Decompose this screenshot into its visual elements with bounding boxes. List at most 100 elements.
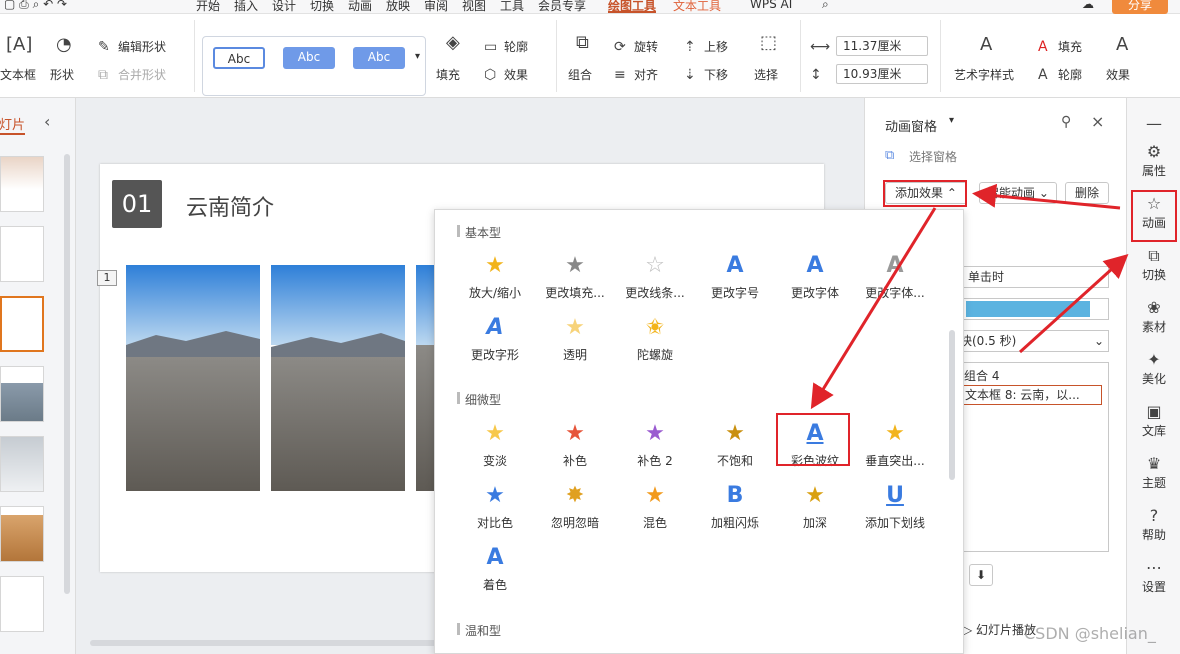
effect-vertical-highlight[interactable]: ★ 垂直突出... — [855, 420, 935, 469]
menu-item-review[interactable]: 审阅 — [424, 0, 448, 14]
sidebar-collapse[interactable]: — — [1127, 114, 1180, 134]
width-field[interactable]: 11.37厘米 — [836, 36, 928, 56]
menu-item-animation[interactable]: 动画 — [348, 0, 372, 14]
effect-label: 不饱和 — [716, 454, 753, 468]
effect-change-font-style[interactable]: A 更改字形 — [455, 314, 535, 363]
trigger-select[interactable]: 单击时 — [963, 266, 1109, 288]
slide-thumbnail-3[interactable] — [0, 296, 44, 352]
effect-change-fill[interactable]: ★ 更改填充... — [535, 252, 615, 301]
toolbar-icons[interactable]: ▢ ⎙ ⌕ ↶ ↷ — [4, 0, 67, 12]
effect-button[interactable]: 效果 — [504, 66, 528, 83]
shape-button[interactable]: 形状 — [50, 66, 74, 83]
effect-change-font[interactable]: A 更改字体 — [775, 252, 855, 301]
shape-style-fill[interactable]: Abc — [283, 47, 335, 69]
align-button[interactable]: 对齐 — [634, 66, 658, 83]
sidebar-item-settings[interactable]: ⋯ 设置 — [1127, 558, 1180, 595]
effect-underline[interactable]: U 添加下划线 — [855, 482, 935, 531]
tab-drawing-tools[interactable]: 绘图工具 — [608, 0, 657, 13]
move-up-button[interactable]: 上移 — [704, 38, 728, 55]
textbox-button[interactable]: 文本框 — [0, 66, 36, 83]
tab-text-tools[interactable]: 文本工具 — [673, 0, 721, 14]
smart-animation-button[interactable]: 智能动画 ⌄ — [979, 182, 1057, 204]
text-effect-button[interactable]: 效果 — [1106, 66, 1130, 83]
direction-select[interactable] — [963, 298, 1109, 320]
slide-number-box[interactable]: 01 — [112, 180, 162, 228]
letter-a-icon: A — [486, 545, 504, 570]
group-button[interactable]: 组合 — [568, 66, 592, 83]
slide-title[interactable]: 云南简介 — [186, 190, 274, 222]
sidebar-item-beautify[interactable]: ✦ 美化 — [1127, 350, 1180, 387]
effect-fade[interactable]: ★ 变淡 — [455, 420, 535, 469]
move-down-order-button[interactable]: ⬇ — [969, 564, 993, 586]
collapse-panel-icon[interactable]: ‹ — [44, 112, 50, 131]
outline-button[interactable]: 轮廓 — [504, 38, 528, 55]
effect-flicker[interactable]: ✸ 忽明忽暗 — [535, 482, 615, 531]
text-outline-button[interactable]: 轮廓 — [1058, 66, 1082, 83]
effect-brush-color[interactable]: A 着色 — [455, 544, 535, 593]
close-icon[interactable]: × — [1091, 112, 1104, 131]
effect-change-font-color[interactable]: A 更改字体... — [855, 252, 935, 301]
effect-grow-shrink[interactable]: ★ 放大/缩小 — [455, 252, 535, 301]
menu-item-slideshow[interactable]: 放映 — [386, 0, 410, 14]
pane-menu-icon[interactable]: ▾ — [949, 115, 954, 126]
select-pane-link[interactable]: 选择窗格 — [909, 148, 957, 165]
shape-style-outline[interactable]: Abc — [213, 47, 265, 69]
effect-contrasting-color[interactable]: ★ 对比色 — [455, 482, 535, 531]
slide-thumbnail-6[interactable] — [0, 506, 44, 562]
search-icon[interactable]: ⌕ — [822, 0, 829, 12]
slide-thumbnail-2[interactable] — [0, 226, 44, 282]
slide-thumbnail-7[interactable] — [0, 576, 44, 632]
rotate-button[interactable]: 旋转 — [634, 38, 658, 55]
height-field[interactable]: 10.93厘米 — [836, 64, 928, 84]
wps-ai-button[interactable]: WPS AI — [750, 0, 792, 11]
effect-spin[interactable]: ✬ 陀螺旋 — [615, 314, 695, 363]
slide-thumbnail-4[interactable] — [0, 366, 44, 422]
slide-thumbnail-1[interactable] — [0, 156, 44, 212]
sidebar-item-transition[interactable]: ⧉ 切换 — [1127, 246, 1180, 283]
pin-icon[interactable]: ⚲ — [1061, 114, 1071, 130]
sidebar-item-library[interactable]: ▣ 文库 — [1127, 402, 1180, 439]
delete-button[interactable]: 删除 — [1065, 182, 1109, 204]
effect-change-font-size[interactable]: A 更改字号 — [695, 252, 775, 301]
sidebar-item-material[interactable]: ❀ 素材 — [1127, 298, 1180, 335]
gallery-more-icon[interactable]: ▾ — [415, 51, 420, 62]
menu-item-start[interactable]: 开始 — [196, 0, 220, 14]
sidebar-item-help[interactable]: ? 帮助 — [1127, 506, 1180, 543]
slide-thumbnail-5[interactable] — [0, 436, 44, 492]
thumbnail-scrollbar[interactable] — [64, 154, 70, 594]
photo-yunnan-rooftops-3[interactable] — [416, 265, 436, 491]
speed-select[interactable]: 非常快(0.5 秒) ⌄ — [936, 330, 1109, 352]
move-down-button[interactable]: 下移 — [704, 66, 728, 83]
effect-bold-flash[interactable]: B 加粗闪烁 — [695, 482, 775, 531]
sidebar-item-theme[interactable]: ♛ 主题 — [1127, 454, 1180, 491]
select-button[interactable]: 选择 — [754, 66, 778, 83]
fill-button[interactable]: 填充 — [436, 66, 460, 83]
menu-item-member[interactable]: 会员专享 — [538, 0, 586, 14]
slides-tab[interactable]: 幻灯片 — [0, 114, 26, 135]
right-sidebar: — ⚙ 属性 ☆ 动画 ⧉ 切换 ❀ 素材 ✦ 美化 ▣ 文库 ♛ 主题 ? 帮助 ⋯ 设置 — [1126, 98, 1180, 654]
sidebar-item-properties[interactable]: ⚙ 属性 — [1127, 142, 1180, 179]
effect-desaturate[interactable]: ★ 不饱和 — [695, 420, 775, 469]
menu-item-tools[interactable]: 工具 — [500, 0, 524, 14]
merge-shape-button[interactable]: 合并形状 — [118, 66, 166, 83]
share-button[interactable]: 分享 — [1112, 0, 1168, 14]
text-fill-button[interactable]: 填充 — [1058, 38, 1082, 55]
effect-complementary-color-2[interactable]: ★ 补色 2 — [615, 420, 695, 469]
effect-complementary-color[interactable]: ★ 补色 — [535, 420, 615, 469]
menu-item-transition[interactable]: 切换 — [310, 0, 334, 14]
popup-scrollbar[interactable] — [949, 330, 955, 480]
menu-item-insert[interactable]: 插入 — [234, 0, 258, 14]
effect-blend[interactable]: ★ 混色 — [615, 482, 695, 531]
animation-list-item[interactable]: 文本框 8: 云南，以... — [962, 385, 1102, 405]
art-style-button[interactable]: 艺术字样式 — [954, 66, 1014, 83]
menu-item-design[interactable]: 设计 — [272, 0, 296, 14]
menu-item-view[interactable]: 视图 — [462, 0, 486, 14]
effect-change-line[interactable]: ☆ 更改线条... — [615, 252, 695, 301]
cloud-icon[interactable]: ☁ — [1082, 0, 1094, 11]
photo-yunnan-rooftops-1[interactable] — [126, 265, 260, 491]
effect-transparency[interactable]: ★ 透明 — [535, 314, 615, 363]
edit-shape-button[interactable]: 编辑形状 — [118, 38, 166, 55]
photo-yunnan-rooftops-2[interactable] — [271, 265, 405, 491]
effect-darken[interactable]: ★ 加深 — [775, 482, 855, 531]
shape-style-fill-2[interactable]: Abc — [353, 47, 405, 69]
